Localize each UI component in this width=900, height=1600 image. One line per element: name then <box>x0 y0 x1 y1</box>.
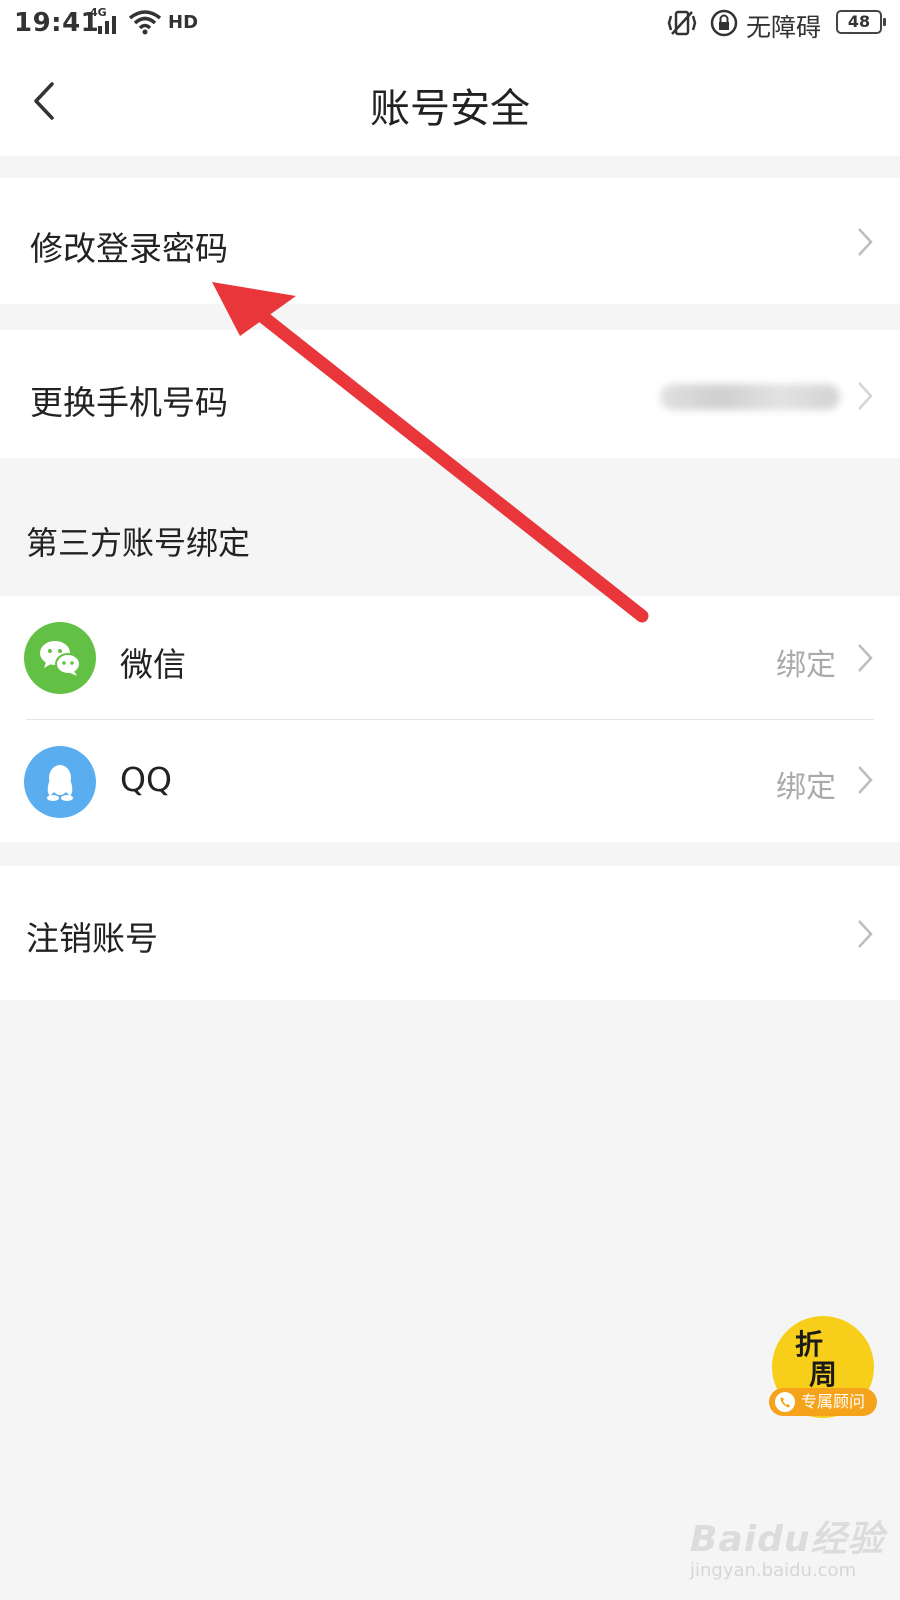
wechat-label: 微信 <box>120 645 186 684</box>
change-phone-row[interactable]: 更换手机号码 <box>0 330 900 458</box>
change-phone-label: 更换手机号码 <box>30 383 228 422</box>
status-time: 19:41 <box>14 8 100 38</box>
qq-label: QQ <box>120 760 172 799</box>
phone-icon <box>775 1392 795 1412</box>
phone-number-blurred <box>660 384 840 410</box>
chevron-right-icon <box>858 228 873 256</box>
chevron-right-icon <box>858 920 873 948</box>
vibrate-icon <box>667 10 697 36</box>
lock-icon <box>710 9 738 37</box>
hd-badge: HD <box>168 12 199 33</box>
change-password-row[interactable]: 修改登录密码 <box>0 178 900 304</box>
qq-bind-row[interactable]: QQ 绑定 <box>0 720 900 842</box>
accessibility-label: 无障碍 <box>746 13 822 42</box>
qq-icon <box>24 746 96 818</box>
chevron-right-icon <box>858 382 873 410</box>
baidu-watermark-url: jingyan.baidu.com <box>690 1560 857 1581</box>
advisor-pill-label: 专属顾问 <box>801 1392 866 1411</box>
advisor-float-button[interactable]: 折 周 专属顾问 <box>769 1316 877 1418</box>
nav-bar: 账号安全 <box>0 48 900 156</box>
page-title: 账号安全 <box>370 86 530 132</box>
wifi-icon <box>128 10 162 35</box>
advisor-pill: 专属顾问 <box>769 1388 877 1416</box>
advisor-brand-logo: 折 周 <box>794 1328 837 1391</box>
wechat-icon <box>24 622 96 694</box>
wechat-bind-status: 绑定 <box>776 648 836 683</box>
signal-icon <box>98 16 116 34</box>
status-bar: 19:41 4G HD 无障碍 48 <box>0 0 900 48</box>
change-password-label: 修改登录密码 <box>30 229 228 268</box>
qq-bind-status: 绑定 <box>776 770 836 805</box>
chevron-right-icon <box>858 644 873 672</box>
section-title-third-party: 第三方账号绑定 <box>26 524 251 562</box>
cancel-account-row[interactable]: 注销账号 <box>0 866 900 1000</box>
cancel-account-label: 注销账号 <box>26 919 158 958</box>
chevron-right-icon <box>858 766 873 794</box>
baidu-watermark: Baidu经验 <box>690 1519 885 1560</box>
wechat-bind-row[interactable]: 微信 绑定 <box>0 596 900 720</box>
battery-icon: 48 <box>836 10 886 34</box>
